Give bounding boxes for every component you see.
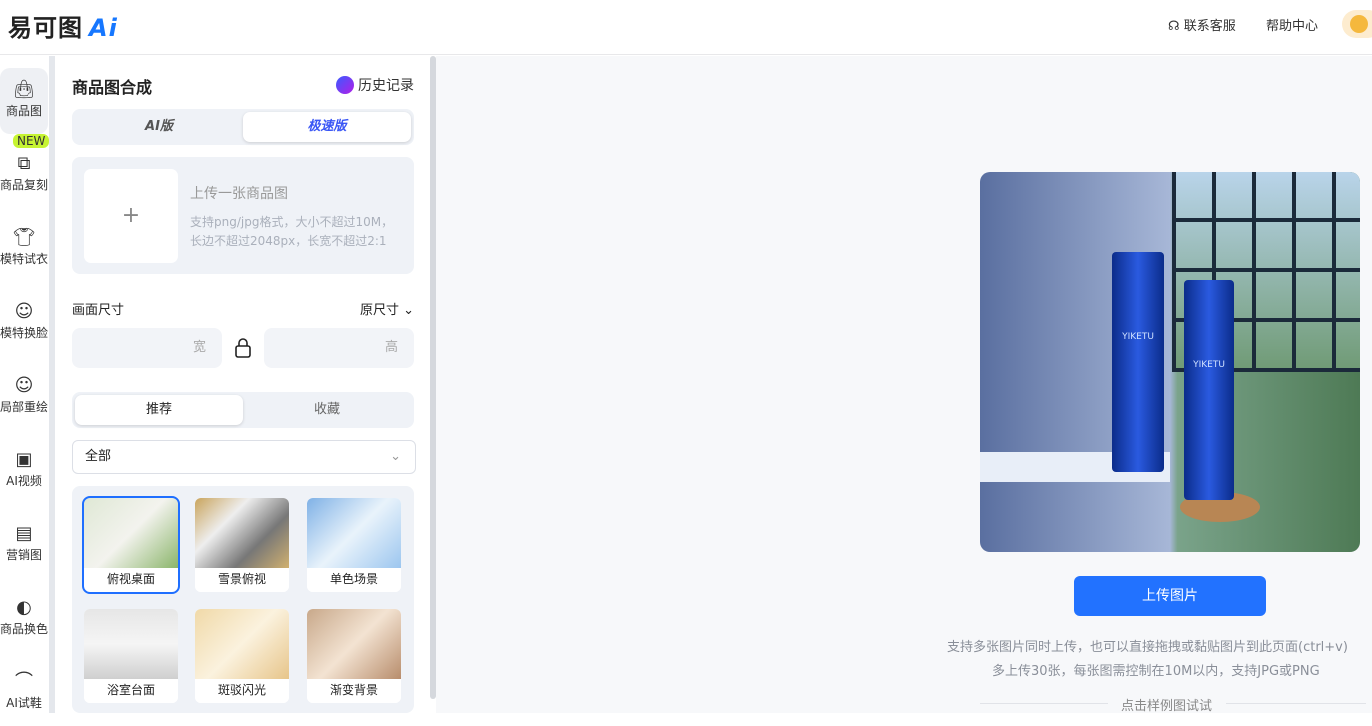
template-thumbnail: [195, 609, 289, 679]
template-card[interactable]: 斑驳闪光: [195, 609, 289, 703]
shirt-icon: 👕︎: [12, 227, 36, 248]
sidebar-scrollbar[interactable]: [49, 56, 55, 713]
height-input[interactable]: 高: [264, 328, 414, 368]
try-sample-label: 点击样例图试试: [1121, 699, 1213, 714]
template-thumbnail: [307, 498, 401, 568]
tab-fast-mode[interactable]: 极速版: [243, 112, 411, 142]
coin-icon: [1350, 15, 1368, 33]
video-image-icon: ▣: [15, 449, 33, 470]
template-thumbnail: [84, 609, 178, 679]
template-thumbnail: [195, 498, 289, 568]
marketing-icon: ▤: [15, 523, 33, 544]
mode-switch: AI版 极速版: [72, 109, 414, 145]
logo[interactable]: 易可图 Ai: [8, 8, 118, 43]
template-card[interactable]: 渐变背景: [307, 609, 401, 703]
upload-title: 上传一张商品图: [190, 186, 288, 202]
header: 易可图 Ai ☊ 联系客服 帮助中心: [0, 0, 1372, 55]
shoe-icon: ⌒: [15, 671, 33, 692]
headset-icon: ☊: [1168, 19, 1180, 34]
nav-item-ai-shoe[interactable]: ⌒ AI试鞋: [0, 660, 48, 726]
nav-item-inpaint[interactable]: ☺ 局部重绘: [0, 364, 48, 430]
bottle: YIKETU: [1112, 252, 1164, 472]
panel-title: 商品图合成: [72, 78, 153, 97]
color-drop-icon: ◐: [16, 597, 32, 618]
settings-panel: 商品图合成 历史记录 AI版 极速版 + 上传一张商品图 支持png/jpg格式…: [56, 56, 430, 713]
help-center-link[interactable]: 帮助中心: [1266, 15, 1318, 34]
template-thumbnail: [84, 498, 178, 568]
template-thumbnail: [307, 609, 401, 679]
template-card[interactable]: 浴室台面: [84, 609, 178, 703]
history-button[interactable]: 历史记录: [336, 75, 414, 95]
face-icon: ☺: [14, 301, 34, 322]
new-badge: NEW: [13, 134, 50, 148]
nav-item-marketing[interactable]: ▤ 营销图: [0, 512, 48, 578]
copy-bag-icon: ⧉: [17, 153, 31, 174]
nav-item-model-tryon[interactable]: 👕︎ 模特试衣: [0, 216, 48, 282]
clock-icon: [336, 76, 354, 94]
lock-icon[interactable]: [234, 338, 252, 358]
chevron-down-icon: ⌄: [390, 449, 401, 464]
divider: [980, 703, 1108, 704]
template-tabs: 推荐 收藏: [72, 392, 414, 428]
template-grid: 俯视桌面 雪景俯视 单色场景 浴室台面 斑驳闪光 渐变背景: [72, 486, 414, 713]
tab-favorites[interactable]: 收藏: [243, 395, 411, 425]
category-select[interactable]: 全部 ⌄: [72, 440, 416, 474]
nav-item-recolor[interactable]: ◐ 商品换色: [0, 586, 48, 652]
template-card[interactable]: 雪景俯视: [195, 498, 289, 592]
sidebar-nav: 👜︎ 商品图 ⧉ 商品复刻 👕︎ 模特试衣 ☺ 模特换脸 ☺ 局部重绘 ▣ AI视频 ▤ 营销…: [0, 56, 48, 713]
nav-item-ai-video[interactable]: ▣ AI视频: [0, 438, 48, 504]
bottle: YIKETU: [1184, 280, 1234, 500]
upload-area[interactable]: + 上传一张商品图 支持png/jpg格式，大小不超过10M， 长边不超过2048…: [72, 157, 414, 274]
upload-hint-line1: 支持多张图片同时上传，也可以直接拖拽或黏贴图片到此页面(ctrl+v): [947, 640, 1348, 655]
upload-hint: 支持png/jpg格式，大小不超过10M， 长边不超过2048px，长宽不超过2:…: [190, 215, 394, 248]
plus-icon[interactable]: +: [84, 169, 178, 263]
nav-item-face-swap[interactable]: ☺ 模特换脸: [0, 290, 48, 356]
upload-images-button[interactable]: 上传图片: [1074, 576, 1266, 616]
nav-item-product-copy[interactable]: ⧉ 商品复刻: [0, 142, 48, 208]
nav-item-product-image[interactable]: 👜︎ 商品图: [0, 68, 48, 134]
contact-support-link[interactable]: ☊ 联系客服: [1168, 15, 1236, 34]
upload-hint-line2: 多上传30张，每张图需控制在10M以内，支持JPG或PNG: [992, 664, 1320, 679]
sample-product-image[interactable]: YIKETU YIKETU: [980, 172, 1360, 552]
chevron-down-icon: ⌄: [403, 303, 414, 318]
tab-ai-mode[interactable]: AI版: [75, 112, 243, 142]
bag-icon: 👜︎: [12, 79, 36, 100]
coin-badge[interactable]: [1342, 10, 1372, 38]
size-label: 画面尺寸: [72, 303, 125, 318]
divider: [1226, 703, 1366, 704]
tab-recommended[interactable]: 推荐: [75, 395, 243, 425]
size-dropdown[interactable]: 原尺寸 ⌄: [360, 299, 414, 318]
template-card[interactable]: 单色场景: [307, 498, 401, 592]
width-input[interactable]: 宽: [72, 328, 222, 368]
face-sparkle-icon: ☺: [14, 375, 34, 396]
template-card[interactable]: 俯视桌面: [82, 496, 180, 594]
workspace: YIKETU YIKETU 上传图片 支持多张图片同时上传，也可以直接拖拽或黏贴…: [436, 56, 1372, 714]
